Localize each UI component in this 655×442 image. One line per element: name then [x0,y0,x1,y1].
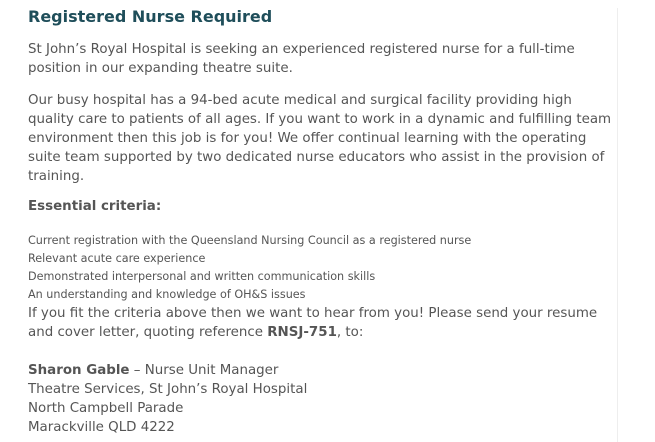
criteria-item: Demonstrated interpersonal and written c… [28,270,376,283]
description-paragraph: Our busy hospital has a 94-bed acute med… [28,93,612,184]
application-text-end: , to: [336,325,364,340]
contact-street: North Campbell Parade [28,401,184,416]
criteria-list: Current registration with the Queensland… [28,232,471,304]
intro-paragraph: St John’s Royal Hospital is seeking an e… [28,42,575,76]
criteria-item: An understanding and knowledge of OH&S i… [28,288,306,301]
contact-name-line: Sharon Gable – Nurse Unit Manager [28,361,307,380]
contact-department: Theatre Services, St John’s Royal Hospit… [28,382,308,397]
application-paragraph: If you fit the criteria above then we wa… [28,304,618,342]
reference-code: RNSJ-751 [267,325,337,340]
contact-block: Sharon Gable – Nurse Unit Manager Theatr… [28,361,307,437]
job-title: Registered Nurse Required [28,7,273,26]
contact-role: – Nurse Unit Manager [129,363,279,378]
contact-name: Sharon Gable [28,363,130,378]
criteria-item: Current registration with the Queensland… [28,234,472,247]
criteria-item: Relevant acute care experience [28,252,206,265]
criteria-heading: Essential criteria: [28,199,162,214]
contact-city: Marackville QLD 4222 [28,420,175,435]
